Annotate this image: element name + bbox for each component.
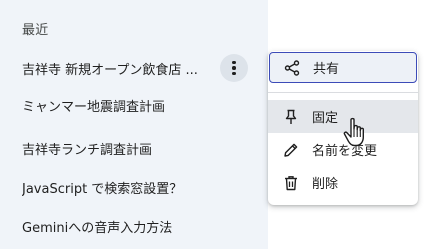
- chat-item[interactable]: ミャンマー地震調査計画: [12, 87, 260, 123]
- chat-item[interactable]: JavaScript で検索窓設置？: [12, 169, 260, 205]
- share-menu-item[interactable]: 共有: [269, 52, 417, 83]
- chat-item-label: 吉祥寺ランチ調査計画: [22, 142, 153, 158]
- chat-item[interactable]: Geminiへの音声入力方法: [12, 208, 260, 244]
- chat-item-label: ミャンマー地震調査計画: [22, 99, 166, 115]
- share-label: 共有: [313, 62, 340, 77]
- more-vert-icon: [232, 60, 236, 65]
- pin-label: 固定: [312, 111, 339, 126]
- chat-item[interactable]: 吉祥寺ランチ調査計画: [12, 130, 260, 166]
- trash-icon: [282, 174, 300, 192]
- edit-icon: [282, 141, 300, 159]
- more-vert-icon-dot: [232, 66, 236, 70]
- chat-item-label: Geminiへの音声入力方法: [22, 220, 173, 236]
- menu-divider: [268, 92, 418, 93]
- chat-item-label: 吉祥寺 新規オープン飲食店 ...: [22, 62, 198, 78]
- pin-icon: [282, 108, 300, 126]
- sidebar: 最近 吉祥寺 新規オープン飲食店 ... ミャンマー地震調査計画 吉祥寺ランチ調…: [0, 0, 268, 249]
- stage: 最近 吉祥寺 新規オープン飲食店 ... ミャンマー地震調査計画 吉祥寺ランチ調…: [0, 0, 433, 249]
- share-icon: [283, 59, 301, 77]
- more-vert-icon-dot: [232, 71, 236, 76]
- delete-label: 削除: [312, 177, 339, 192]
- delete-menu-item[interactable]: 削除: [268, 166, 418, 199]
- more-options-button[interactable]: [220, 54, 248, 82]
- hand-cursor-icon: [341, 117, 371, 149]
- recent-section-label: 最近: [22, 23, 49, 38]
- chat-item-label: JavaScript で検索窓設置？: [22, 181, 183, 197]
